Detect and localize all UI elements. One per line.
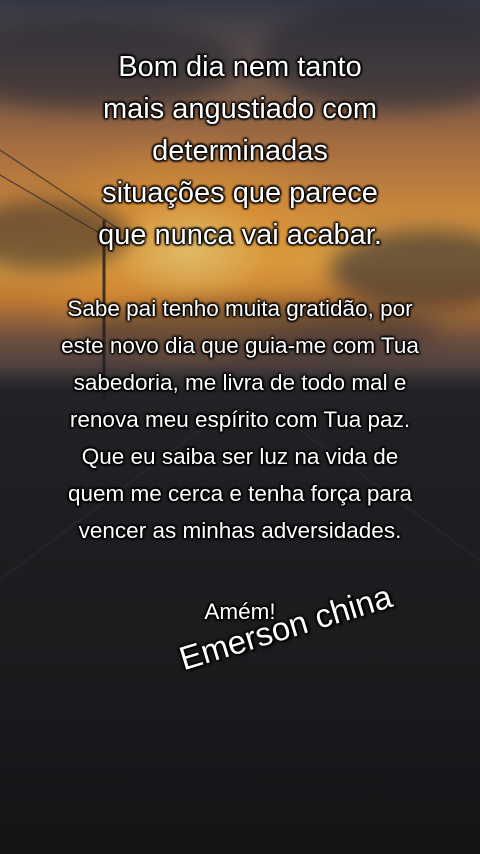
greeting-heading: Bom dia nem tanto mais angustiado com de… [0,46,480,256]
paragraph-line: sabedoria, me livra de todo mal e [73,370,407,395]
heading-line: determinadas [152,135,328,167]
heading-line: mais angustiado com [102,93,378,125]
paragraph-line: Sabe pai tenho muita gratidão, por [67,296,413,321]
paragraph-line: vencer as minhas adversidades. [78,518,402,543]
heading-line: Bom dia nem tanto [118,51,362,83]
heading-line: que nunca vai acabar. [98,219,382,251]
paragraph-line: Que eu saiba ser luz na vida de [81,444,399,469]
paragraph-line: renova meu espírito com Tua paz. [69,407,411,432]
paragraph-line: quem me cerca e tenha força para [68,481,412,506]
paragraph-line: este novo dia que guia-me com Tua [61,333,419,358]
prayer-paragraph: Sabe pai tenho muita gratidão, por este … [0,290,480,549]
heading-line: situações que parece [102,177,378,209]
